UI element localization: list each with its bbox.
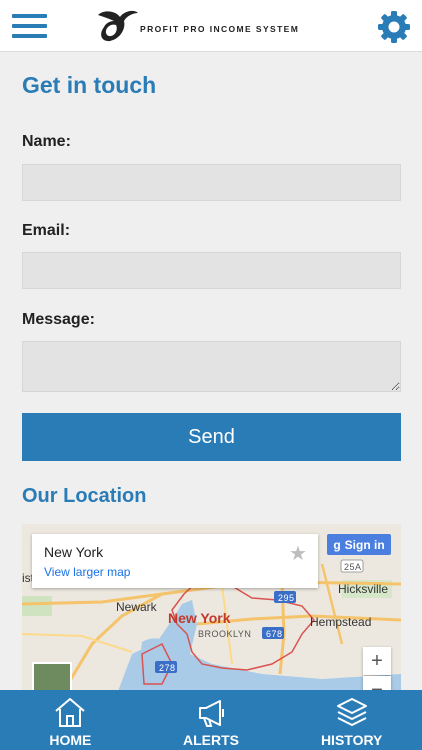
nav-home-label: HOME [49,732,92,748]
star-icon[interactable]: ★ [289,541,307,566]
logo-text: PROFIT PRO INCOME SYSTEM [140,24,300,34]
email-label: Email: [22,222,71,239]
nav-alerts-label: ALERTS [183,732,239,748]
send-button[interactable]: Send [22,413,401,461]
bottom-nav: HOME ALERTS HISTORY [0,690,422,750]
hamburger-icon[interactable] [12,10,48,42]
map-shield-295: 295 [278,593,295,603]
map-signin-button[interactable]: g Sign in [327,534,391,555]
name-label: Name: [22,133,71,150]
map-label-newark: Newark [116,600,157,614]
message-textarea[interactable] [22,341,401,392]
message-label: Message: [22,311,95,328]
logo: PROFIT PRO INCOME SYSTEM [96,9,316,45]
view-larger-map-link[interactable]: View larger map [44,565,130,579]
megaphone-icon [199,700,224,727]
google-icon: g [333,537,341,552]
gear-icon[interactable] [376,9,412,45]
map-label-new-york: New York [168,610,231,626]
map-info-card: New York View larger map ★ [32,534,318,588]
map-label-brooklyn: BROOKLYN [198,629,252,639]
home-icon [55,698,85,727]
map-place-name: New York [44,544,104,560]
signin-label: Sign in [344,537,385,552]
nav-history[interactable]: HISTORY [281,690,422,750]
bull-logo-icon [98,10,138,42]
map-shield-678: 678 [266,629,283,639]
contact-title: Get in touch [22,72,157,98]
email-input[interactable] [22,252,401,289]
name-input[interactable] [22,164,401,201]
nav-history-label: HISTORY [320,732,383,748]
map-shield-25a: 25A [344,562,362,572]
map-label-hicksville: Hicksville [338,582,389,596]
layers-icon [336,698,367,726]
nav-home[interactable]: HOME [0,690,141,750]
map-shield-278: 278 [159,663,176,673]
map-label-hempstead: Hempstead [310,615,372,629]
nav-alerts[interactable]: ALERTS [141,690,282,750]
top-bar: PROFIT PRO INCOME SYSTEM [0,0,422,52]
location-map[interactable]: ist Newark New York BROOKLYN Hicksville … [22,524,401,694]
location-title: Our Location [22,485,147,507]
zoom-in-button[interactable]: + [363,647,391,675]
